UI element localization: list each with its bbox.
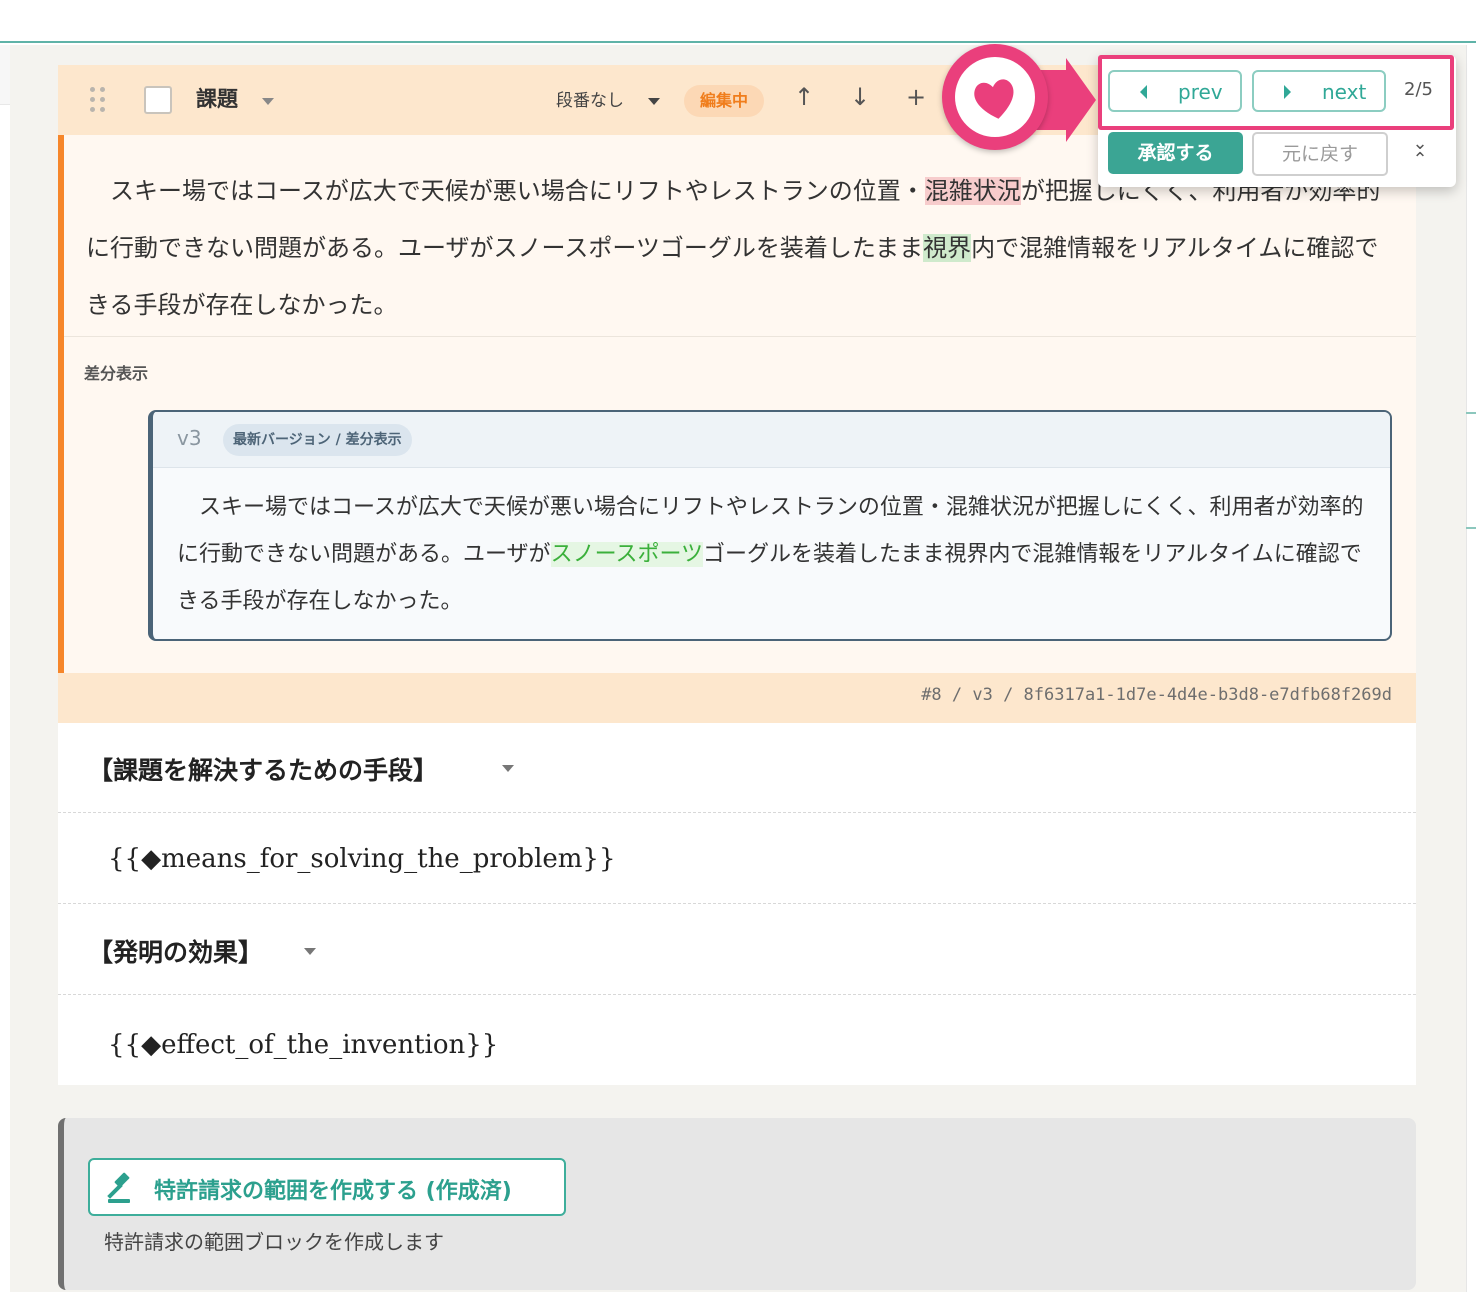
create-claims-panel: 特許請求の範囲を作成する (作成済) 特許請求の範囲ブロックを作成します bbox=[58, 1118, 1416, 1290]
highlight-frame bbox=[1098, 55, 1454, 130]
version-badge: 最新バージョン / 差分表示 bbox=[223, 424, 412, 456]
move-up-icon[interactable]: ↑ bbox=[794, 83, 814, 111]
right-marker bbox=[1466, 527, 1476, 529]
status-badge: 編集中 bbox=[684, 85, 764, 117]
right-scroll-track[interactable] bbox=[1466, 45, 1476, 1292]
placeholder-text: {{◆means_for_solving_the_problem}} bbox=[108, 844, 616, 874]
move-down-icon[interactable]: ↓ bbox=[850, 83, 870, 111]
heart-icon bbox=[974, 79, 1014, 119]
block-id: #8 / v3 / 8f6317a1-1d7e-4d4e-b3d8-e7dfb6… bbox=[921, 685, 1392, 705]
callout-arrow-head bbox=[1066, 58, 1096, 142]
version-label: v3 bbox=[177, 426, 202, 450]
create-claims-description: 特許請求の範囲ブロックを作成します bbox=[104, 1230, 444, 1254]
section-title: 【発明の効果】 bbox=[88, 938, 264, 967]
section-header: 【課題を解決するための手段】 bbox=[58, 723, 1416, 813]
collapse-icon[interactable]: ⌄ ⌃ bbox=[1406, 135, 1434, 172]
section-body[interactable]: {{◆effect_of_the_invention}} bbox=[58, 996, 1416, 1085]
diff-label: 差分表示 bbox=[84, 364, 149, 383]
diff-card: v3 最新バージョン / 差分表示 スキー場ではコースが広大で天候が悪い場合にリ… bbox=[148, 410, 1392, 641]
issue-block: 課題 段番なし 編集中 ↑ ↓ + スキー場ではコースが広大で天候が悪い場合にリ… bbox=[58, 65, 1416, 1085]
diff-text: スキー場ではコースが広大で天候が悪い場合にリフトやレストランの位置・混雑状況が把… bbox=[177, 495, 1364, 614]
title-dropdown-icon[interactable] bbox=[262, 98, 274, 105]
block-checkbox[interactable] bbox=[144, 86, 172, 114]
create-claims-label: 特許請求の範囲を作成する (作成済) bbox=[154, 1179, 512, 1204]
placeholder-text: {{◆effect_of_the_invention}} bbox=[108, 1030, 499, 1060]
drag-handle-icon[interactable] bbox=[90, 87, 110, 115]
callout-marker bbox=[942, 44, 1048, 150]
section-dropdown-icon[interactable] bbox=[502, 765, 514, 772]
section-title: 【課題を解決するための手段】 bbox=[88, 756, 439, 785]
deleted-text: 混雑状況 bbox=[924, 177, 1021, 205]
add-icon[interactable]: + bbox=[906, 83, 926, 111]
gavel-icon bbox=[107, 1172, 130, 1203]
right-marker bbox=[1466, 412, 1476, 414]
revert-button[interactable]: 元に戻す bbox=[1252, 132, 1388, 176]
block-title: 課題 bbox=[196, 87, 238, 111]
section-dropdown-icon[interactable] bbox=[304, 948, 316, 955]
diff-section: 差分表示 v3 最新バージョン / 差分表示 スキー場ではコースが広大で天候が悪… bbox=[64, 337, 1416, 673]
section-body[interactable]: {{◆means_for_solving_the_problem}} bbox=[58, 814, 1416, 904]
numbering-dropdown-icon[interactable] bbox=[648, 98, 660, 105]
create-claims-button[interactable]: 特許請求の範囲を作成する (作成済) bbox=[88, 1158, 566, 1216]
diff-card-header: v3 最新バージョン / 差分表示 bbox=[153, 412, 1390, 468]
numbering-select[interactable]: 段番なし bbox=[556, 86, 624, 111]
top-bar bbox=[0, 0, 1476, 43]
approve-button[interactable]: 承認する bbox=[1108, 132, 1243, 174]
block-meta: #8 / v3 / 8f6317a1-1d7e-4d4e-b3d8-e7dfb6… bbox=[58, 673, 1416, 723]
inserted-text: 視界 bbox=[923, 234, 972, 262]
inserted-text: スノースポーツ bbox=[550, 542, 704, 567]
section-header: 【発明の効果】 bbox=[58, 905, 1416, 995]
